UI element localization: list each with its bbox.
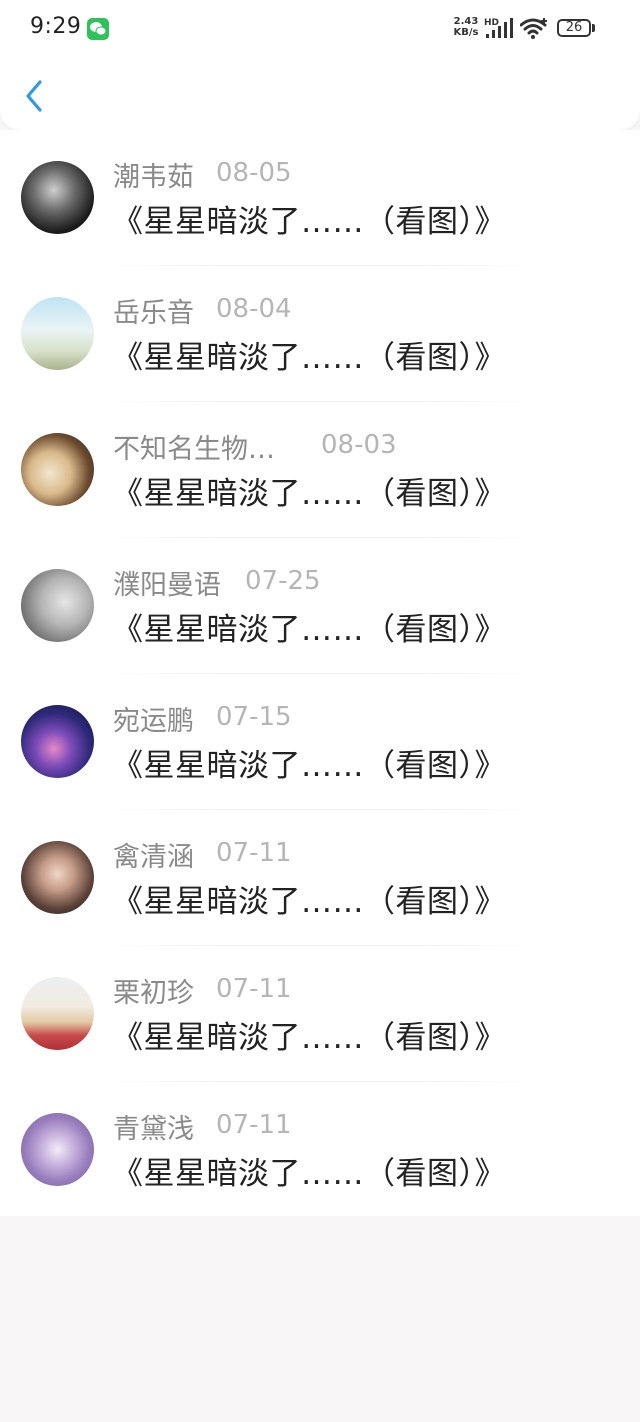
avatar <box>21 433 94 506</box>
avatar <box>21 161 94 234</box>
signal-icon: HD <box>484 18 513 38</box>
avatar <box>21 1113 94 1186</box>
post-title: 《星星暗淡了……（看图）》 <box>112 204 506 240</box>
wechat-icon <box>87 18 109 40</box>
post-list: 潮韦茹 08-05 《星星暗淡了……（看图）》 岳乐音 08-04 《星星暗淡了… <box>0 130 640 1216</box>
list-item[interactable]: 禽清涵 07-11 《星星暗淡了……（看图）》 <box>0 810 640 946</box>
network-speed-unit: KB/s <box>453 27 479 38</box>
list-item[interactable]: 栗初珍 07-11 《星星暗淡了……（看图）》 <box>0 946 640 1082</box>
author-name: 潮韦茹 <box>113 162 194 193</box>
list-item[interactable]: 潮韦茹 08-05 《星星暗淡了……（看图）》 <box>0 130 640 266</box>
author-name: 栗初珍 <box>113 978 194 1009</box>
wifi-icon <box>520 18 547 39</box>
post-title: 《星星暗淡了……（看图）》 <box>112 748 506 784</box>
post-date: 07-11 <box>216 974 292 1004</box>
back-button[interactable] <box>14 70 58 120</box>
post-date: 07-11 <box>216 838 292 868</box>
post-title: 《星星暗淡了……（看图）》 <box>112 1156 506 1192</box>
list-item[interactable]: 濮阳曼语 07-25 《星星暗淡了……（看图）》 <box>0 538 640 674</box>
post-date: 08-04 <box>216 294 292 324</box>
avatar <box>21 841 94 914</box>
battery-icon: 26 <box>557 19 591 37</box>
post-date: 08-05 <box>216 158 292 188</box>
status-bar: 9:29 2.43 KB/s HD 26 <box>0 0 640 60</box>
post-date: 08-03 <box>321 430 397 460</box>
post-title: 《星星暗淡了……（看图）》 <box>112 884 506 920</box>
post-title: 《星星暗淡了……（看图）》 <box>112 1020 506 1056</box>
battery-tip <box>592 24 595 32</box>
post-title: 《星星暗淡了……（看图）》 <box>112 340 506 376</box>
list-item[interactable]: 不知名生物… 08-03 《星星暗淡了……（看图）》 <box>0 402 640 538</box>
author-name: 禽清涵 <box>113 842 194 873</box>
status-time: 9:29 <box>30 14 82 39</box>
network-type-label: HD <box>484 18 499 28</box>
post-date: 07-25 <box>245 566 321 596</box>
network-speed-value: 2.43 <box>453 16 479 27</box>
avatar <box>21 297 94 370</box>
avatar <box>21 569 94 642</box>
author-name: 青黛浅 <box>113 1114 194 1145</box>
post-title: 《星星暗淡了……（看图）》 <box>112 476 506 512</box>
post-title: 《星星暗淡了……（看图）》 <box>112 612 506 648</box>
author-name: 濮阳曼语 <box>113 570 221 601</box>
post-date: 07-15 <box>216 702 292 732</box>
post-date: 07-11 <box>216 1110 292 1140</box>
network-speed: 2.43 KB/s <box>450 16 482 38</box>
battery-level: 26 <box>565 20 583 35</box>
list-item[interactable]: 宛运鹏 07-15 《星星暗淡了……（看图）》 <box>0 674 640 810</box>
author-name: 岳乐音 <box>113 298 194 329</box>
list-item[interactable]: 青黛浅 07-11 《星星暗淡了……（看图）》 <box>0 1082 640 1218</box>
header <box>0 60 640 130</box>
list-item[interactable]: 岳乐音 08-04 《星星暗淡了……（看图）》 <box>0 266 640 402</box>
avatar <box>21 977 94 1050</box>
avatar <box>21 705 94 778</box>
author-name: 宛运鹏 <box>113 706 194 737</box>
chevron-left-icon <box>26 80 42 112</box>
author-name: 不知名生物… <box>113 434 275 465</box>
